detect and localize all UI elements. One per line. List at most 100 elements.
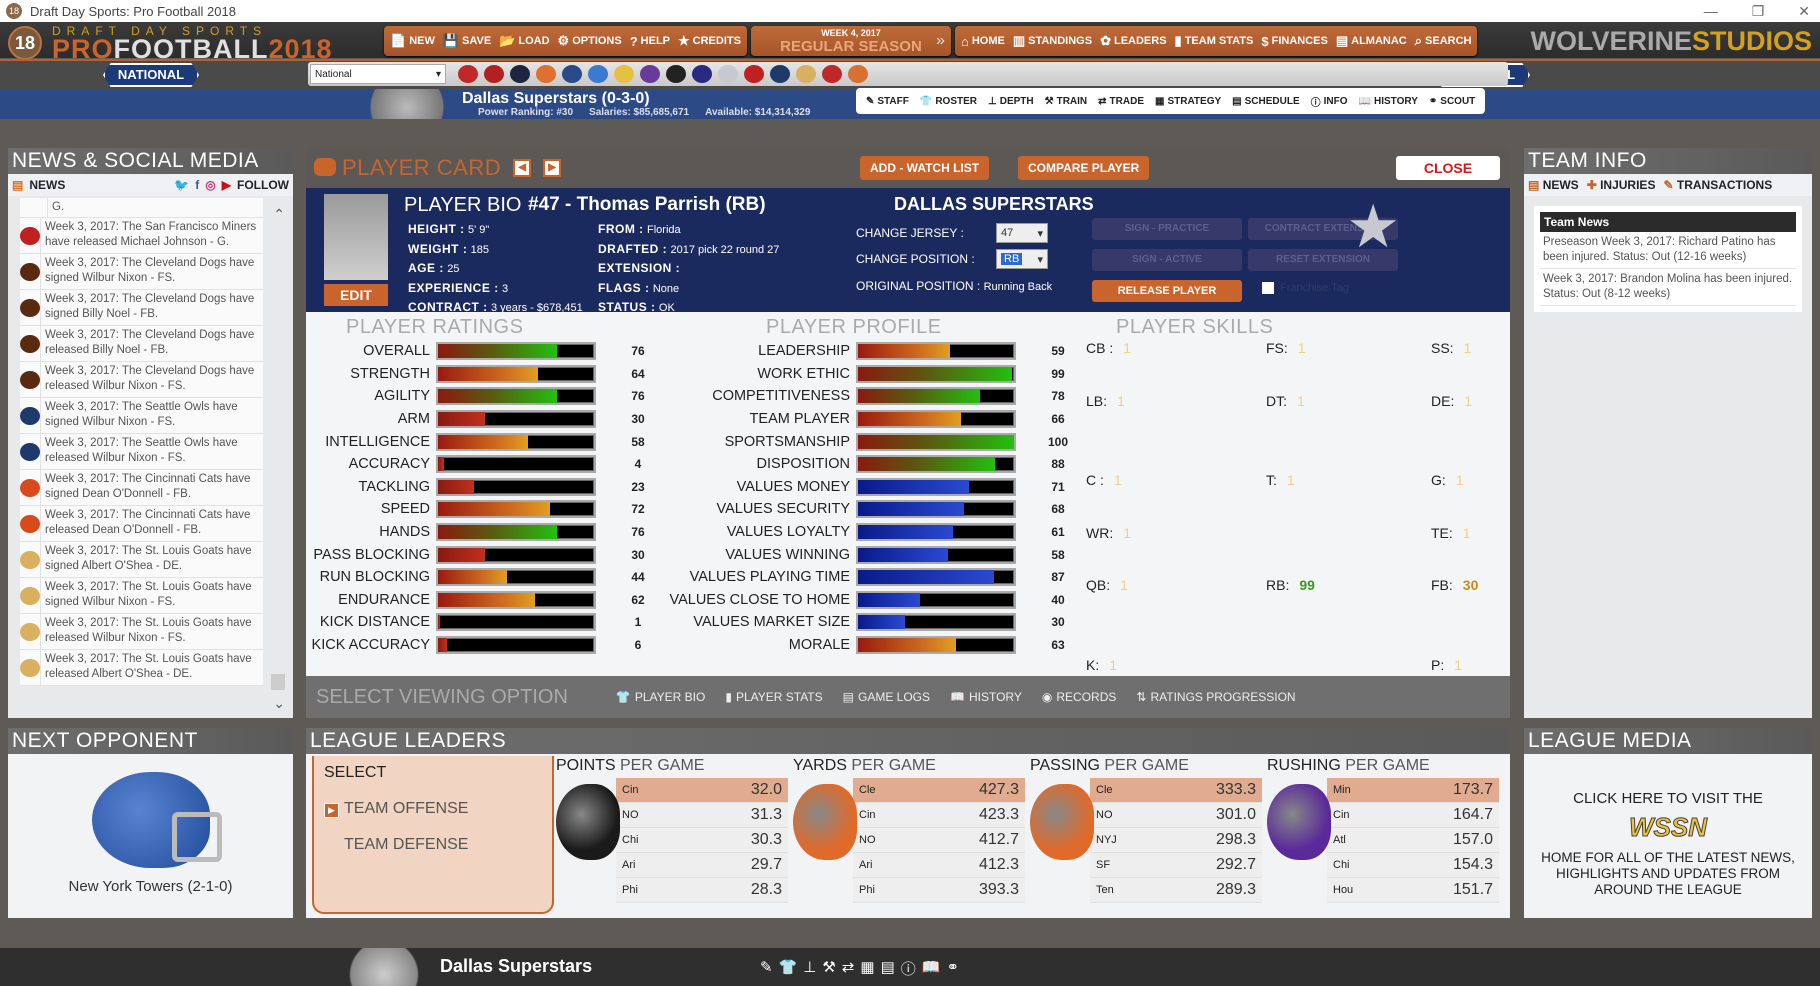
- view-records[interactable]: ◉ RECORDS: [1042, 690, 1117, 704]
- advance-season-button[interactable]: WEEK 4, 2017 REGULAR SEASON »: [750, 26, 951, 56]
- menu-almanac[interactable]: ▤ ALMANAC: [1336, 33, 1407, 49]
- menu-team-stats[interactable]: ▮ TEAM STATS: [1175, 33, 1254, 49]
- team-logo-icon[interactable]: [510, 65, 530, 83]
- menu-help[interactable]: ? HELP: [630, 34, 670, 49]
- binoculars-icon[interactable]: ⚭: [946, 958, 959, 979]
- leader-row[interactable]: Phi 393.3: [853, 878, 1025, 903]
- leader-row[interactable]: Ari 412.3: [853, 853, 1025, 878]
- news-item[interactable]: Week 3, 2017: The Cleveland Dogs have re…: [20, 362, 263, 398]
- view-game-logs[interactable]: ▤ GAME LOGS: [843, 690, 930, 704]
- menu-new[interactable]: 📄 NEW: [390, 33, 435, 49]
- release-player-button[interactable]: RELEASE PLAYER: [1092, 280, 1242, 302]
- team-logo-icon[interactable]: [770, 65, 790, 83]
- leader-row[interactable]: Ari 29.7: [616, 853, 788, 878]
- news-item[interactable]: Week 3, 2017: The Cleveland Dogs have si…: [20, 290, 263, 326]
- team-logo-icon[interactable]: [484, 65, 504, 83]
- view-ratings-progression[interactable]: ⇅ RATINGS PROGRESSION: [1136, 690, 1295, 704]
- menu-finances[interactable]: $ FINANCES: [1261, 34, 1327, 49]
- minimize-button[interactable]: —: [1704, 0, 1718, 22]
- team-nav-trade[interactable]: ⇄ TRADE: [1098, 96, 1144, 107]
- team-logo-icon[interactable]: [588, 65, 608, 83]
- leader-row[interactable]: Hou 151.7: [1327, 878, 1499, 903]
- tab-injuries[interactable]: ✚ INJURIES: [1587, 178, 1656, 192]
- team-nav-roster[interactable]: 👕 ROSTER: [920, 96, 977, 107]
- facebook-icon[interactable]: f: [195, 178, 199, 192]
- team-logo-icon[interactable]: [562, 65, 582, 83]
- youtube-icon[interactable]: ▶: [222, 178, 231, 192]
- scroll-down-icon[interactable]: ⌄: [273, 695, 285, 712]
- team-nav-history[interactable]: 📖 HISTORY: [1359, 96, 1418, 107]
- scrollbar-thumb[interactable]: [271, 674, 285, 690]
- option-team-offense[interactable]: TEAM OFFENSE: [344, 800, 468, 818]
- team-nav-strategy[interactable]: ▦ STRATEGY: [1155, 96, 1221, 107]
- news-item[interactable]: Week 3, 2017: The St. Louis Goats have r…: [20, 614, 263, 650]
- team-logo-icon[interactable]: [796, 65, 816, 83]
- book-icon[interactable]: 📖: [922, 958, 941, 979]
- sign-active-button[interactable]: SIGN - ACTIVE: [1092, 249, 1242, 271]
- team-logo-icon[interactable]: [718, 65, 738, 83]
- sign-practice-button[interactable]: SIGN - PRACTICE: [1092, 218, 1242, 240]
- team-logo-icon[interactable]: [614, 65, 634, 83]
- team-nav-schedule[interactable]: ▤ SCHEDULE: [1232, 96, 1299, 107]
- leader-row[interactable]: Chi 154.3: [1327, 853, 1499, 878]
- team-logo-icon[interactable]: [692, 65, 712, 83]
- team-nav-info[interactable]: ⓘ INFO: [1311, 94, 1348, 109]
- depth-chart-icon[interactable]: ⊥: [803, 958, 816, 979]
- team-nav-train[interactable]: ⚒ TRAIN: [1045, 96, 1088, 107]
- whistle-icon[interactable]: ✎: [760, 958, 773, 979]
- compare-player-button[interactable]: COMPARE PLAYER: [1018, 156, 1150, 180]
- team-logo-icon[interactable]: [458, 65, 478, 83]
- edit-player-button[interactable]: EDIT: [324, 284, 388, 306]
- menu-leaders[interactable]: ✿ LEADERS: [1100, 33, 1166, 49]
- leader-row[interactable]: Cle 333.3: [1090, 778, 1262, 803]
- team-logo-icon[interactable]: [744, 65, 764, 83]
- team-logo-icon[interactable]: [848, 65, 868, 83]
- add-watch-list-button[interactable]: ADD - WATCH LIST: [860, 156, 990, 180]
- news-item[interactable]: Week 3, 2017: The Cleveland Dogs have re…: [20, 326, 263, 362]
- dumbbell-icon[interactable]: ⚒: [822, 958, 835, 979]
- leader-row[interactable]: NO 301.0: [1090, 803, 1262, 828]
- team-logo-icon[interactable]: [640, 65, 660, 83]
- jersey-icon[interactable]: 👕: [779, 958, 798, 979]
- calendar-icon[interactable]: ▤: [881, 958, 895, 979]
- checkbox[interactable]: [1262, 282, 1274, 294]
- news-item[interactable]: Week 3, 2017: The St. Louis Goats have r…: [20, 650, 263, 686]
- leader-row[interactable]: Cin 423.3: [853, 803, 1025, 828]
- next-opponent-body[interactable]: New York Towers (2-1-0): [8, 754, 293, 918]
- view-player-bio[interactable]: 👕 PLAYER BIO: [616, 690, 705, 704]
- leader-row[interactable]: Atl 157.0: [1327, 828, 1499, 853]
- news-item[interactable]: Week 3, 2017: The St. Louis Goats have s…: [20, 542, 263, 578]
- tab-news[interactable]: ▤ NEWS: [1528, 178, 1579, 192]
- menu-home[interactable]: ⌂ HOME: [961, 34, 1005, 49]
- tab-transactions[interactable]: ✎ TRANSACTIONS: [1663, 178, 1772, 192]
- team-nav-depth[interactable]: ⊥ DEPTH: [988, 96, 1034, 107]
- team-logo-icon[interactable]: [822, 65, 842, 83]
- option-team-defense[interactable]: TEAM DEFENSE: [344, 836, 468, 854]
- franchise-tag-checkbox[interactable]: Franchise Tag: [1262, 282, 1349, 294]
- jersey-select[interactable]: 47 ▾: [996, 223, 1048, 243]
- leader-row[interactable]: NO 31.3: [616, 803, 788, 828]
- news-item[interactable]: Week 3, 2017: The San Francisco Miners h…: [20, 218, 263, 254]
- follow-link[interactable]: FOLLOW: [237, 178, 289, 192]
- news-item[interactable]: Week 3, 2017: The Cincinnati Cats have s…: [20, 470, 263, 506]
- playbook-icon[interactable]: ▦: [860, 958, 874, 979]
- view-player-stats[interactable]: ▮ PLAYER STATS: [725, 690, 822, 704]
- leader-row[interactable]: NYJ 298.3: [1090, 828, 1262, 853]
- news-item[interactable]: G.: [20, 198, 263, 218]
- news-list[interactable]: G. Week 3, 2017: The San Francisco Miners…: [8, 196, 293, 718]
- menu-standings[interactable]: ▥ STANDINGS: [1013, 33, 1092, 49]
- leader-row[interactable]: NO 412.7: [853, 828, 1025, 853]
- news-item[interactable]: Week 3, 2017: The Cleveland Dogs have si…: [20, 254, 263, 290]
- team-nav-staff[interactable]: ✎ STAFF: [866, 96, 909, 107]
- leader-row[interactable]: Chi 30.3: [616, 828, 788, 853]
- maximize-button[interactable]: ❐: [1752, 0, 1765, 22]
- menu-options[interactable]: ⚙ OPTIONS: [558, 33, 622, 49]
- news-item[interactable]: Week 3, 2017: The Cincinnati Cats have r…: [20, 506, 263, 542]
- view-history[interactable]: 📖 HISTORY: [950, 690, 1022, 704]
- scroll-up-icon[interactable]: ⌃: [273, 206, 285, 223]
- leader-row[interactable]: Ten 289.3: [1090, 878, 1262, 903]
- instagram-icon[interactable]: ◎: [205, 178, 215, 192]
- menu-save[interactable]: 💾 SAVE: [443, 33, 491, 49]
- team-nav-scout[interactable]: ⚭ SCOUT: [1429, 96, 1475, 107]
- close-button[interactable]: CLOSE: [1396, 156, 1500, 180]
